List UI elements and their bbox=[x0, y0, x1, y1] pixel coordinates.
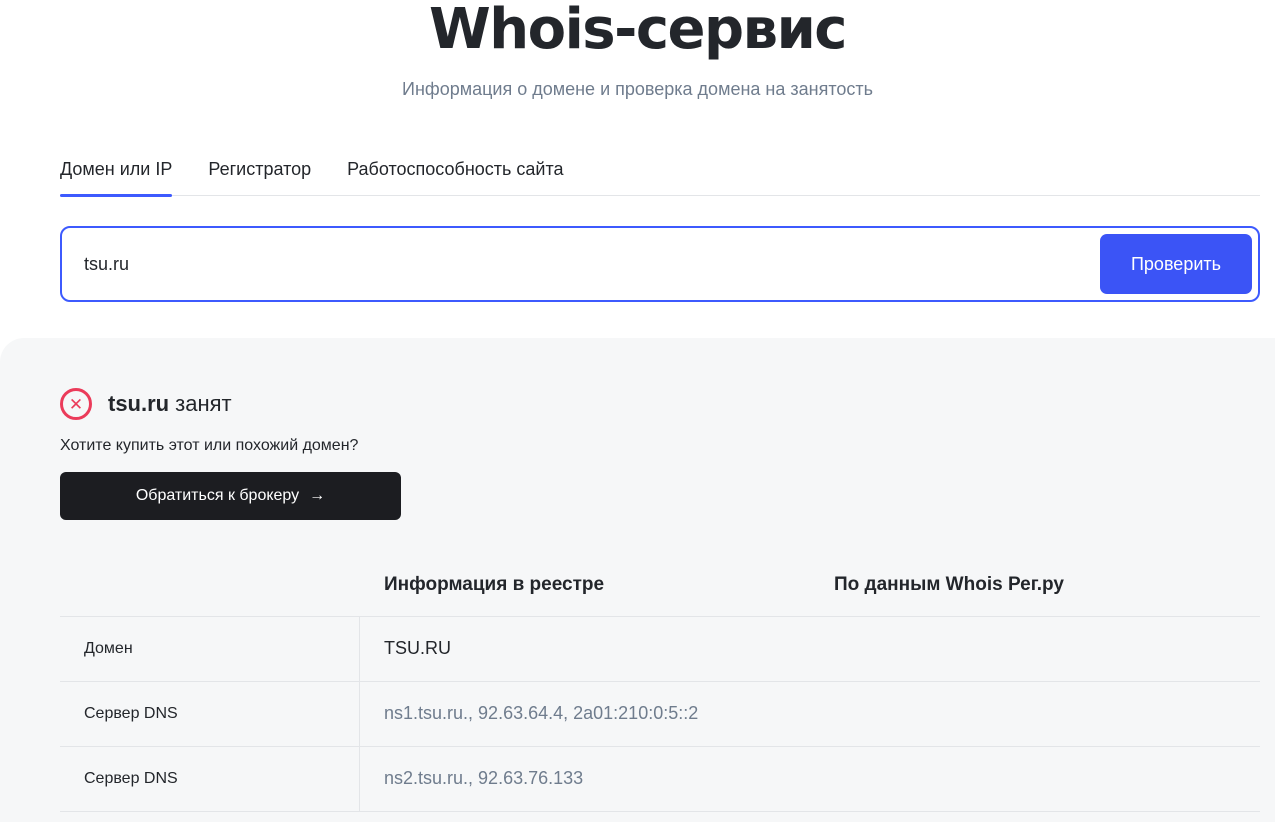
row-label: Домен bbox=[84, 640, 133, 657]
table-header: Информация в реестре По данным Whois Рег… bbox=[60, 556, 1260, 617]
search-box: Проверить bbox=[60, 226, 1260, 302]
close-circle-icon: ✕ bbox=[60, 388, 92, 420]
row-registry-value: ns1.tsu.ru., 92.63.64.4, 2a01:210:0:5::2 bbox=[384, 703, 699, 723]
row-registry-value: ns2.tsu.ru., 92.63.76.133 bbox=[384, 768, 584, 788]
row-label: Сервер DNS bbox=[84, 770, 178, 787]
arrow-right-icon: → bbox=[309, 487, 326, 504]
page-title: Whois-сервис bbox=[428, 0, 848, 62]
table-row: Сервер DNS ns1.tsu.ru., 92.63.64.4, 2a01… bbox=[60, 682, 1260, 747]
whois-page: Whois-сервис Информация о домене и прове… bbox=[0, 0, 1275, 822]
tab-domain-or-ip[interactable]: Домен или IP bbox=[60, 148, 173, 197]
search-type-tabs: Домен или IP Регистратор Работоспособнос… bbox=[60, 148, 1260, 197]
contact-broker-button[interactable]: Обратиться к брокеру → bbox=[60, 472, 401, 520]
table-row: Сервер DNS ns2.tsu.ru., 92.63.76.133 bbox=[60, 747, 1260, 812]
row-label: Сервер DNS bbox=[84, 705, 178, 722]
row-registry-value: TSU.RU bbox=[384, 638, 451, 658]
column-header-whois: По данным Whois Рег.ру bbox=[834, 574, 1064, 595]
buy-question: Хотите купить этот или похожий домен? bbox=[60, 437, 359, 454]
table-row: Домен TSU.RU bbox=[60, 617, 1260, 682]
status-domain: tsu.ru bbox=[108, 391, 170, 416]
domain-search-input[interactable] bbox=[84, 246, 1074, 282]
domain-status: ✕ tsu.ru занят bbox=[60, 388, 232, 420]
check-button[interactable]: Проверить bbox=[1100, 234, 1252, 294]
page-subtitle: Информация о домене и проверка домена на… bbox=[402, 79, 873, 99]
status-text: занят bbox=[175, 391, 232, 416]
whois-table: Информация в реестре По данным Whois Рег… bbox=[60, 556, 1260, 812]
tab-registrar[interactable]: Регистратор bbox=[208, 148, 311, 196]
tab-site-availability[interactable]: Работоспособность сайта bbox=[347, 148, 563, 196]
broker-button-label: Обратиться к брокеру bbox=[135, 487, 300, 504]
column-header-registry: Информация в реестре bbox=[384, 574, 605, 595]
